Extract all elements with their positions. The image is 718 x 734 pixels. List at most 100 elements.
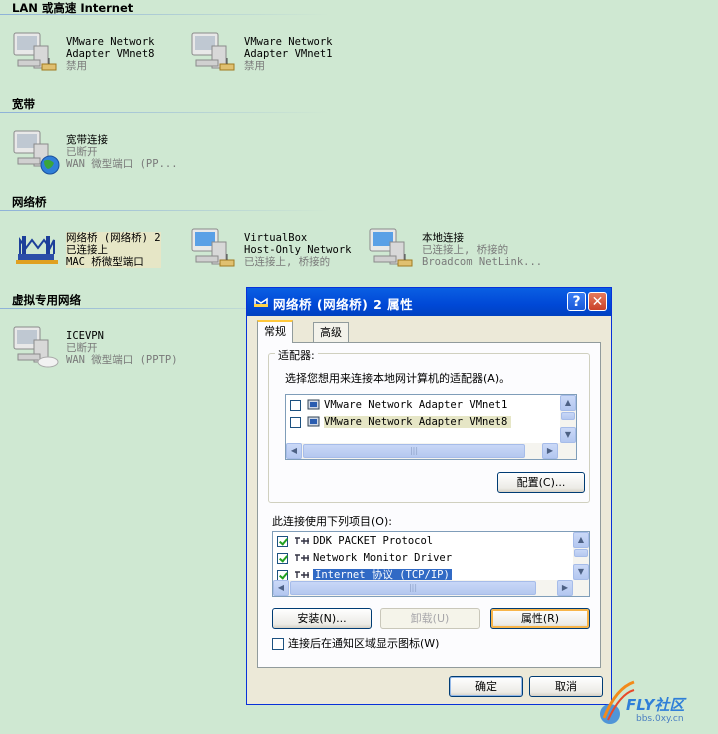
ok-button[interactable]: 确定 [449,676,523,697]
network-adapter-icon [307,399,320,410]
fly-community-watermark: FLY社区 bbs.0xy.cn [596,676,716,732]
item-checkbox[interactable] [277,535,288,547]
adapters-legend: 适配器: [275,347,318,363]
protocol-icon [295,554,309,561]
scroll-thumb[interactable]: ||| [303,444,525,458]
network-adapter-icon [307,416,320,427]
connection-name: 本地连接 [422,232,464,244]
notify-label: 连接后在通知区域显示图标(W) [288,637,440,650]
connection-local[interactable]: 本地连接 已连接上, 桥接的 Broadcom NetLink... [368,226,542,270]
scroll-right-icon[interactable]: ▶ [542,443,558,459]
uninstall-button[interactable]: 卸载(U) [380,608,480,629]
connection-virtualbox[interactable]: VirtualBox Host-Only Network 已连接上, 桥接的 [190,226,360,270]
adapter-label: VMware Network Adapter VMnet1 [324,399,508,411]
group-divider [0,112,330,113]
bridge-properties-dialog: 网络桥 (网络桥) 2 属性 ? ✕ 高级 适配器: 选择您想用来连接本地网计算… [246,287,612,705]
tab-panel-general: 适配器: 选择您想用来连接本地网计算机的适配器(A)。 VMware Netwo… [257,342,601,668]
adapters-horizontal-scrollbar[interactable]: ◀ ||| ▶ [286,443,576,459]
connection-icevpn[interactable]: ICEVPN 已断开 WAN 微型端口 (PPTP) [12,324,182,368]
connection-name-line2: Host-Only Network [244,244,352,256]
scroll-right-icon[interactable]: ▶ [557,580,573,596]
group-header-vpn: 虚拟专用网络 [12,293,81,307]
adapter-label: VMware Network Adapter VMnet8 [324,416,512,428]
connection-name-line2: Adapter VMnet1 [244,48,333,60]
group-header-broadband: 宽带 [12,97,35,111]
connection-name: 网络桥 (网络桥) 2 [66,232,161,244]
list-item[interactable]: VMware Network Adapter VMnet1 [290,397,507,414]
list-item[interactable]: Network Monitor Driver [277,550,452,567]
item-label: DDK PACKET Protocol [313,535,434,547]
item-checkbox[interactable] [277,552,288,564]
connection-name: ICEVPN [66,330,104,342]
adapters-description: 选择您想用来连接本地网计算机的适配器(A)。 [285,372,511,385]
configure-button[interactable]: 配置(C)... [497,472,585,493]
connection-status: 禁用 [66,60,87,72]
vpn-computer-icon [13,326,59,368]
scroll-down-icon[interactable]: ▼ [573,564,589,580]
connection-device: Broadcom NetLink... [422,256,543,268]
tab-advanced[interactable]: 高级 [313,322,349,342]
scroll-left-icon[interactable]: ◀ [286,443,302,459]
connection-vmnet1[interactable]: VMware Network Adapter VMnet1 禁用 [190,30,360,74]
broadband-globe-icon [13,130,60,175]
adapter-checkbox[interactable] [290,399,301,411]
scroll-thumb[interactable]: ||| [290,581,536,595]
items-label: 此连接使用下列项目(O): [272,515,392,528]
install-button[interactable]: 安装(N)... [272,608,372,629]
connection-status: 已连接上, 桥接的 [244,256,331,268]
properties-button[interactable]: 属性(R) [490,608,590,629]
connection-device: WAN 微型端口 (PP... [66,158,178,170]
group-divider [0,14,330,15]
adapters-list[interactable]: VMware Network Adapter VMnet1 VMware Net… [285,394,577,460]
scroll-up-icon[interactable]: ▲ [573,532,589,548]
tab-general[interactable]: 常规 [257,320,293,343]
scroll-thumb[interactable] [561,412,575,420]
scroll-left-icon[interactable]: ◀ [273,580,289,596]
protocol-icon [295,537,309,544]
connection-status: 已连接上 [66,244,108,256]
connection-name: 宽带连接 [66,134,108,146]
connection-name: VMware Network [244,36,333,48]
connection-bridge[interactable]: 网络桥 (网络桥) 2 已连接上 MAC 桥微型端口 [12,226,182,270]
connection-name-line2: Adapter VMnet8 [66,48,155,60]
item-checkbox[interactable] [277,569,288,581]
protocol-icon [295,571,309,578]
list-item[interactable]: VMware Network Adapter VMnet8 [290,414,512,431]
adapters-vertical-scrollbar[interactable]: ▲ ▼ [560,395,576,443]
network-computer-disabled-icon [191,32,235,71]
network-bridge-small-icon [254,297,268,307]
connection-status: 禁用 [244,60,265,72]
connection-device: MAC 桥微型端口 [66,256,144,268]
network-bridge-icon [16,236,58,264]
connection-status: 已断开 [66,146,98,158]
watermark-url: bbs.0xy.cn [636,714,684,724]
network-computer-disabled-icon [13,32,57,71]
adapters-group: 适配器: 选择您想用来连接本地网计算机的适配器(A)。 VMware Netwo… [268,347,590,503]
item-label: Network Monitor Driver [313,552,453,564]
connection-broadband[interactable]: 宽带连接 已断开 WAN 微型端口 (PP... [12,128,182,175]
network-computer-connected-icon [369,228,413,267]
connection-name: VMware Network [66,36,155,48]
connection-status: 已断开 [66,342,98,354]
scroll-up-icon[interactable]: ▲ [560,395,576,411]
scroll-thumb[interactable] [574,549,588,557]
group-divider [0,210,330,211]
cancel-button[interactable]: 取消 [529,676,603,697]
items-horizontal-scrollbar[interactable]: ◀ ||| ▶ [273,580,589,596]
group-header-bridge: 网络桥 [12,195,47,209]
items-vertical-scrollbar[interactable]: ▲ ▼ [573,532,589,580]
connection-name: VirtualBox [244,232,308,244]
connection-device: WAN 微型端口 (PPTP) [66,354,178,366]
network-computer-connected-icon [191,228,235,267]
notify-option[interactable]: 连接后在通知区域显示图标(W) [272,635,439,651]
connection-vmnet8[interactable]: VMware Network Adapter VMnet8 禁用 [12,30,182,74]
dialog-title: 网络桥 (网络桥) 2 属性 [273,297,414,312]
scroll-down-icon[interactable]: ▼ [560,427,576,443]
notify-checkbox[interactable] [272,638,284,650]
items-list[interactable]: DDK PACKET Protocol Network Monitor Driv… [272,531,590,597]
list-item[interactable]: DDK PACKET Protocol [277,533,433,550]
help-button[interactable]: ? [567,292,586,311]
close-button[interactable]: ✕ [588,292,607,311]
adapter-checkbox[interactable] [290,416,301,428]
dialog-titlebar[interactable]: 网络桥 (网络桥) 2 属性 ? ✕ [247,288,611,316]
